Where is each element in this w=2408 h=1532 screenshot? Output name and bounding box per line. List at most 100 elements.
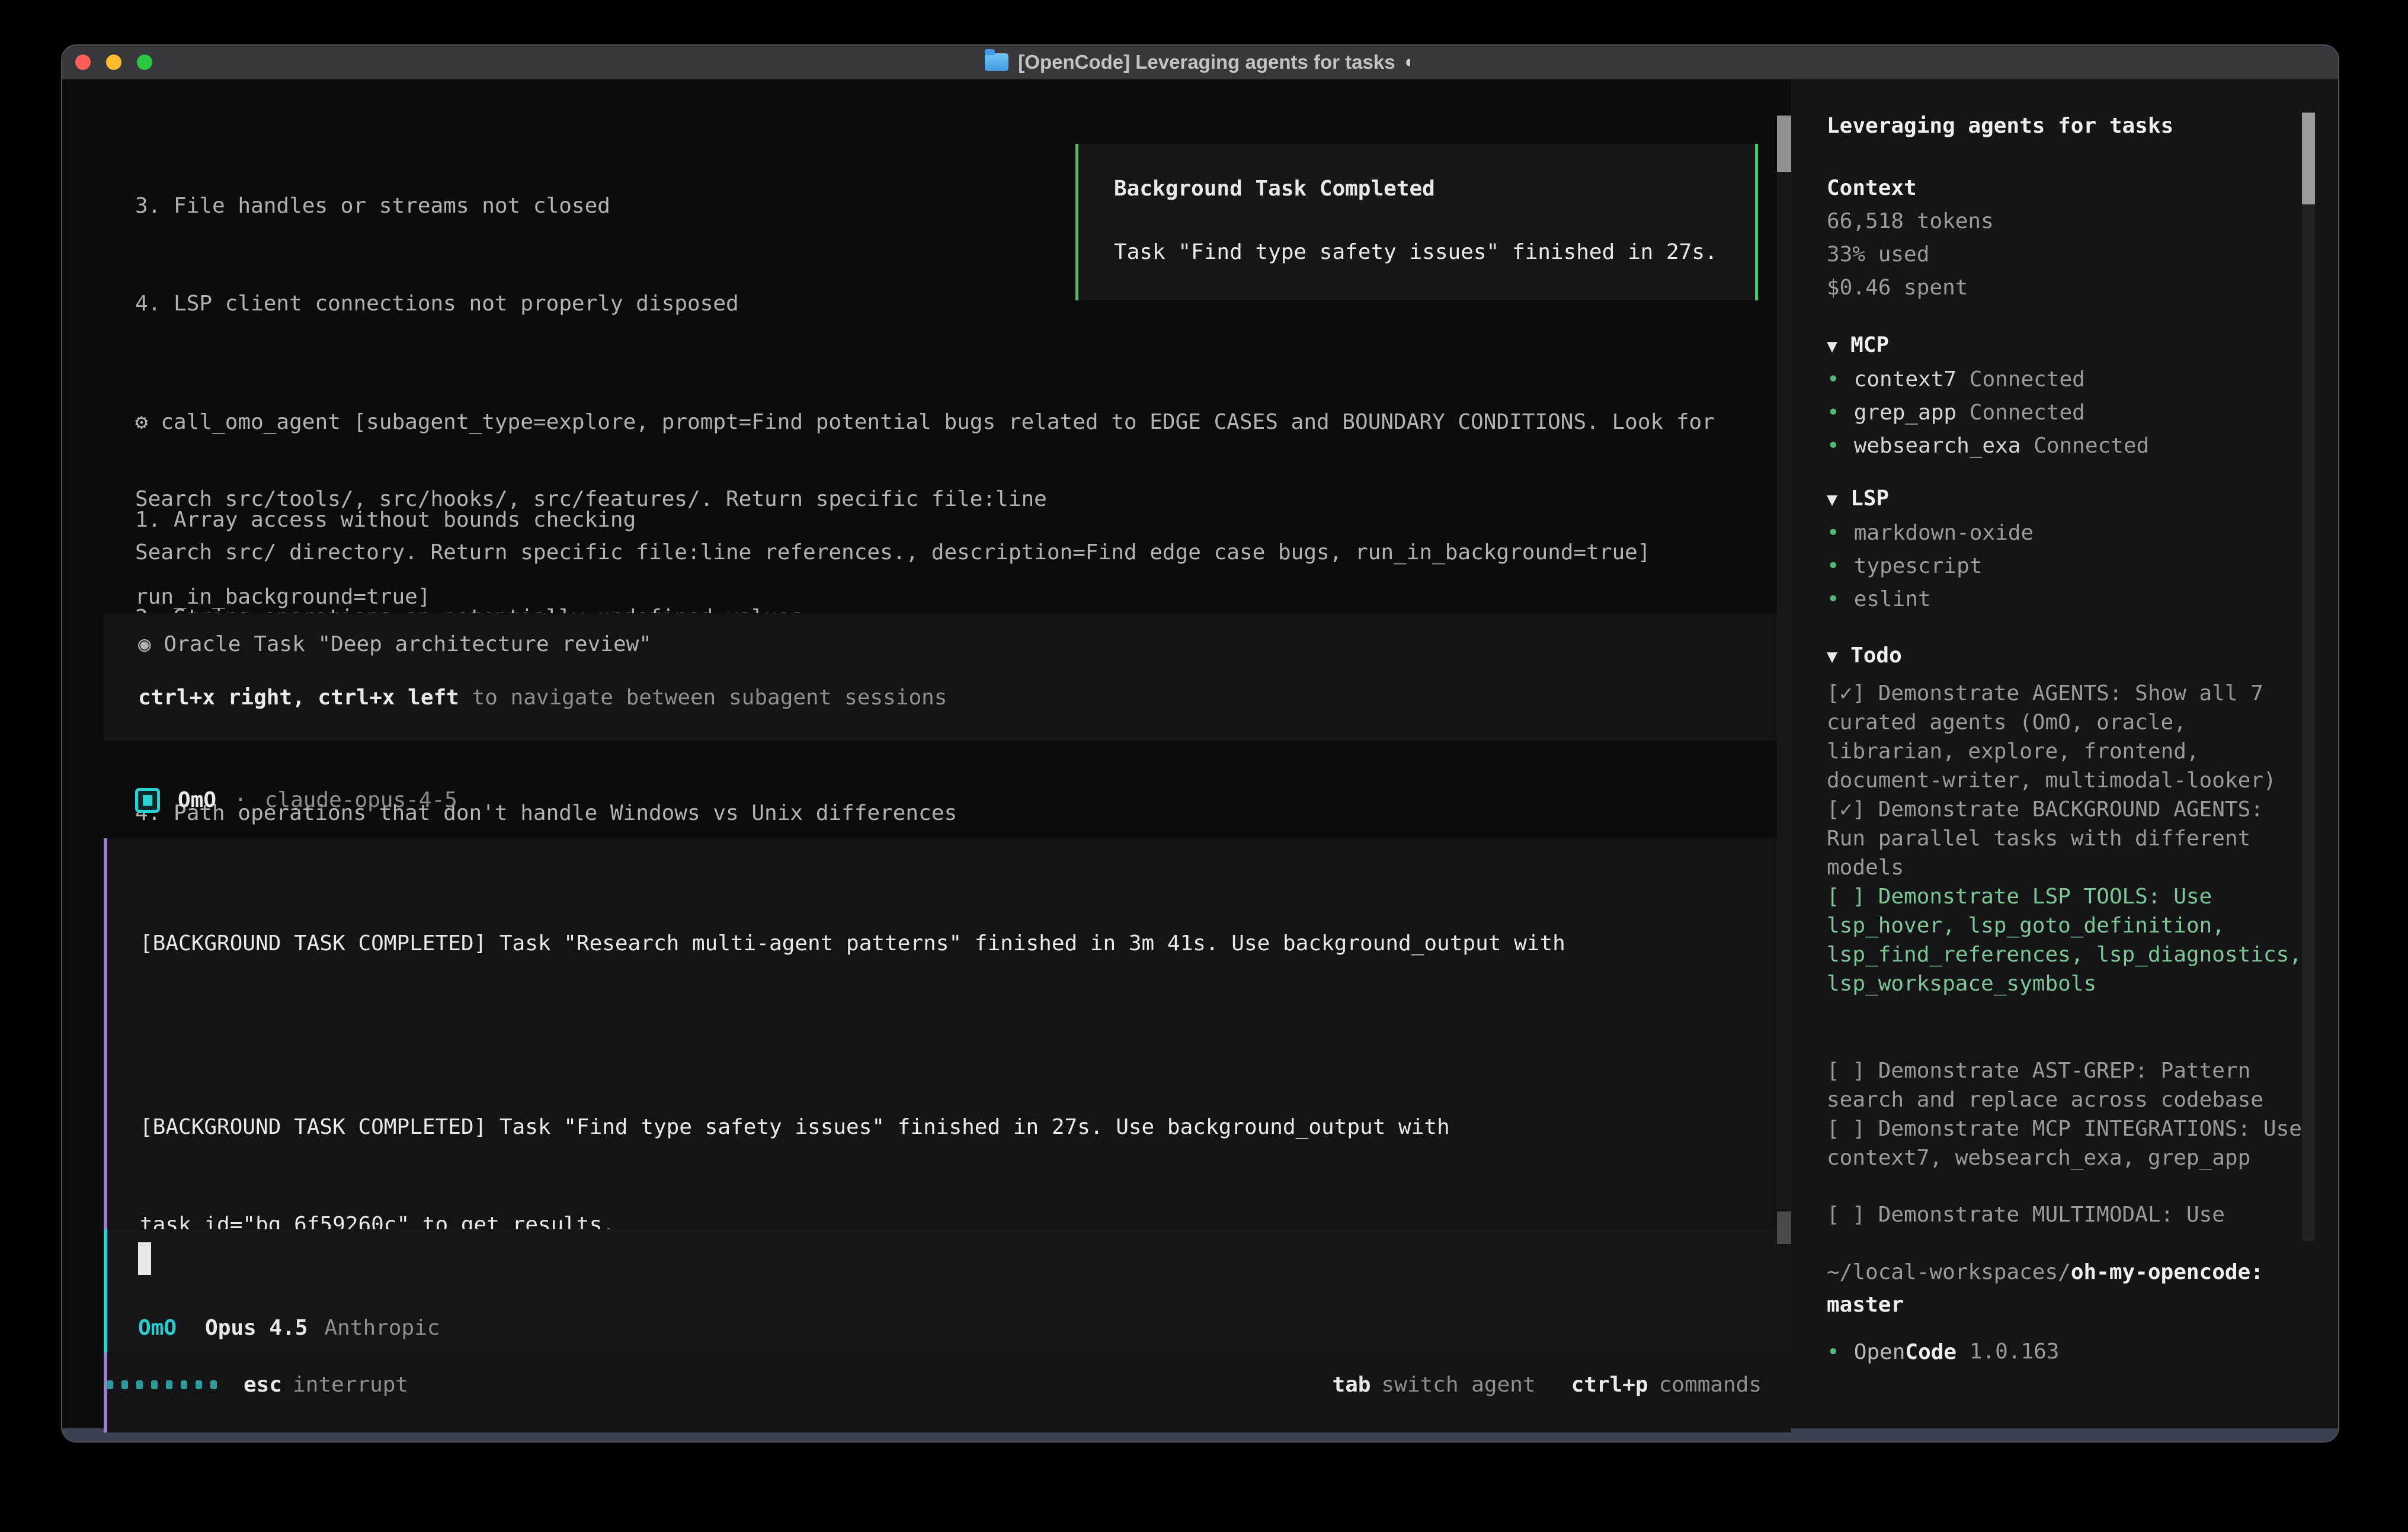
background-task-toast: Background Task Completed Task "Find typ… — [1075, 144, 1758, 300]
chat-scrollbar-end[interactable] — [1777, 1212, 1791, 1244]
todo-item: [ ] Demonstrate LSP TOOLS: Use lsp_hover… — [1827, 882, 2309, 998]
todo-section-header[interactable]: ▼Todo — [1827, 639, 2338, 674]
mcp-status: Connected — [1970, 367, 2085, 392]
green-dot-icon: • — [1827, 367, 1840, 392]
context-section: Context 66,518 tokens 33% used $0.46 spe… — [1827, 172, 2338, 305]
folder-icon — [985, 53, 1008, 71]
agent-model: claude-opus-4-5 — [265, 784, 457, 816]
green-dot-icon: • — [1827, 434, 1840, 458]
mcp-item: •grep_app Connected — [1827, 396, 2338, 430]
lsp-item: •markdown-oxide — [1827, 517, 2338, 550]
mcp-status: Connected — [2034, 434, 2149, 458]
mcp-name: websearch_exa — [1854, 434, 2021, 458]
toast-body: Task "Find type safety issues" finished … — [1114, 236, 1755, 268]
workspace-path: ~/local-workspaces/oh-my-opencode: maste… — [1827, 1256, 2313, 1321]
sidebar-scrollbar-track[interactable] — [2302, 113, 2315, 1241]
todo-header-label: Todo — [1850, 643, 1902, 668]
commands-label: commands — [1659, 1368, 1762, 1401]
mcp-section: ▼ MCP • context7 Connected •grep_app Conne… — [1827, 329, 2338, 463]
context-header: Context — [1827, 172, 2338, 205]
todo-item: [ ] Demonstrate MCP INTEGRATIONS: Use co… — [1827, 1114, 2309, 1172]
window-title-text: [OpenCode] Leveraging agents for tasks — [1018, 51, 1395, 73]
lsp-name: eslint — [1854, 587, 1931, 611]
green-dot-icon: • — [1827, 1340, 1840, 1364]
oracle-icon: ◉ — [138, 632, 164, 656]
green-dot-icon: • — [1827, 521, 1840, 545]
app-name-bold: Code — [1905, 1340, 1956, 1364]
text-cursor — [138, 1242, 151, 1275]
task-message-line: [BACKGROUND TASK COMPLETED] Task "Resear… — [140, 927, 1791, 960]
window-title: [OpenCode] Leveraging agents for tasks ◐ — [985, 51, 1415, 73]
chevron-down-icon: ▼ — [1827, 336, 1837, 357]
lsp-section: ▼LSP •markdown-oxide •typescript •eslint — [1827, 482, 2338, 616]
lsp-item: •typescript — [1827, 550, 2338, 583]
spinner-icon: ◐ — [1405, 52, 1416, 72]
todo-list: [✓] Demonstrate AGENTS: Show all 7 curat… — [1827, 679, 2309, 1229]
agent-square-icon — [135, 788, 160, 813]
todo-item: [ ] Demonstrate AST-GREP: Pattern search… — [1827, 1056, 2309, 1114]
esc-key: esc — [244, 1368, 282, 1401]
titlebar: [OpenCode] Leveraging agents for tasks ◐ — [62, 46, 2338, 80]
minimize-button[interactable] — [106, 55, 121, 70]
mcp-section-header[interactable]: ▼ MCP — [1827, 329, 2338, 363]
mcp-status: Connected — [1970, 400, 2085, 425]
chat-line: 3. File handles or streams not closed — [135, 190, 1047, 222]
todo-item: [✓] Demonstrate AGENTS: Show all 7 curat… — [1827, 679, 2309, 795]
ctrl-p-key: ctrl+p — [1571, 1368, 1648, 1401]
prompt-input[interactable]: OmO Opus 4.5 Anthropic — [104, 1229, 1791, 1352]
mcp-item: • context7 Connected — [1827, 363, 2338, 396]
sidebar: Leveraging agents for tasks Context 66,5… — [1791, 80, 2338, 1428]
toast-title: Background Task Completed — [1114, 172, 1755, 205]
chat-scrollbar-thumb[interactable] — [1777, 116, 1791, 172]
desktop: { "titlebar": { "title": "[OpenCode] Lev… — [0, 0, 2408, 1532]
input-provider-name: Anthropic — [324, 1312, 440, 1344]
chat-area: 3. File handles or streams not closed 4.… — [62, 80, 1791, 1428]
maximize-button[interactable] — [137, 55, 152, 70]
agent-header: OmO · claude-opus-4-5 — [135, 784, 457, 816]
lsp-header-label: LSP — [1850, 486, 1889, 511]
input-meta: OmO Opus 4.5 Anthropic — [138, 1312, 1791, 1344]
tab-hint: tab switch agent — [1332, 1368, 1535, 1401]
opencode-window: [OpenCode] Leveraging agents for tasks ◐… — [61, 44, 2339, 1443]
oracle-task-card: ◉ Oracle Task "Deep architecture review"… — [104, 613, 1791, 741]
tool-call-text: call_omo_agent [subagent_type=explore, p… — [161, 410, 1715, 434]
mcp-item: • websearch_exa Connected — [1827, 430, 2338, 463]
lsp-section-header[interactable]: ▼ LSP — [1827, 482, 2338, 517]
status-bar: esc interrupt tab switch agent ctrl+p co… — [62, 1368, 1791, 1401]
mcp-header-label: MCP — [1850, 333, 1889, 357]
app-name-light: Open — [1854, 1340, 1906, 1364]
chat-line: 4. LSP client connections not properly d… — [135, 287, 1047, 320]
app-version-number: 1.0.163 — [1956, 1335, 2059, 1368]
chevron-down-icon: ▼ — [1827, 489, 1837, 510]
todo-item: [✓] Demonstrate BACKGROUND AGENTS: Run p… — [1827, 795, 2309, 882]
context-spent: $0.46 spent — [1827, 271, 2338, 305]
todo-item: [ ] Demonstrate MULTIMODAL: Use — [1827, 1200, 2309, 1229]
task-message-line: [BACKGROUND TASK COMPLETED] Task "Find t… — [140, 1111, 1791, 1143]
working-spinner-dots — [107, 1380, 217, 1389]
agent-name: OmO — [178, 784, 216, 816]
close-button[interactable] — [75, 55, 91, 70]
app-version: • OpenCode 1.0.163 — [1827, 1335, 2059, 1368]
input-model-name: Opus 4.5 — [205, 1312, 308, 1344]
agent-separator: · — [234, 784, 247, 816]
lsp-item: •eslint — [1827, 583, 2338, 616]
oracle-title: Oracle Task "Deep architecture review" — [164, 632, 652, 656]
sidebar-scrollbar-thumb[interactable] — [2302, 113, 2315, 204]
esc-hint: esc interrupt — [244, 1368, 408, 1401]
workspace-repo: oh-my-opencode: — [2071, 1260, 2263, 1284]
oracle-hint-line: ctrl+x right, ctrl+x left to navigate be… — [138, 681, 1791, 714]
oracle-keybinds: ctrl+x right, ctrl+x left — [138, 685, 459, 710]
chat-scrollbar-track[interactable] — [1777, 116, 1791, 1244]
oracle-hint: to navigate between subagent sessions — [459, 685, 947, 710]
session-title: Leveraging agents for tasks — [1827, 110, 2338, 143]
chat-line: 1. Array access without bounds checking — [135, 504, 1715, 536]
tab-label: switch agent — [1381, 1368, 1535, 1401]
workspace-prefix: ~/local-workspaces/ — [1827, 1260, 2071, 1284]
traffic-lights — [75, 55, 152, 70]
lsp-name: typescript — [1854, 554, 1983, 578]
context-used: 33% used — [1827, 238, 2338, 271]
mcp-name: context7 — [1854, 367, 1956, 392]
context-tokens: 66,518 tokens — [1827, 205, 2338, 238]
esc-label: interrupt — [293, 1368, 408, 1401]
tab-key: tab — [1332, 1368, 1370, 1401]
